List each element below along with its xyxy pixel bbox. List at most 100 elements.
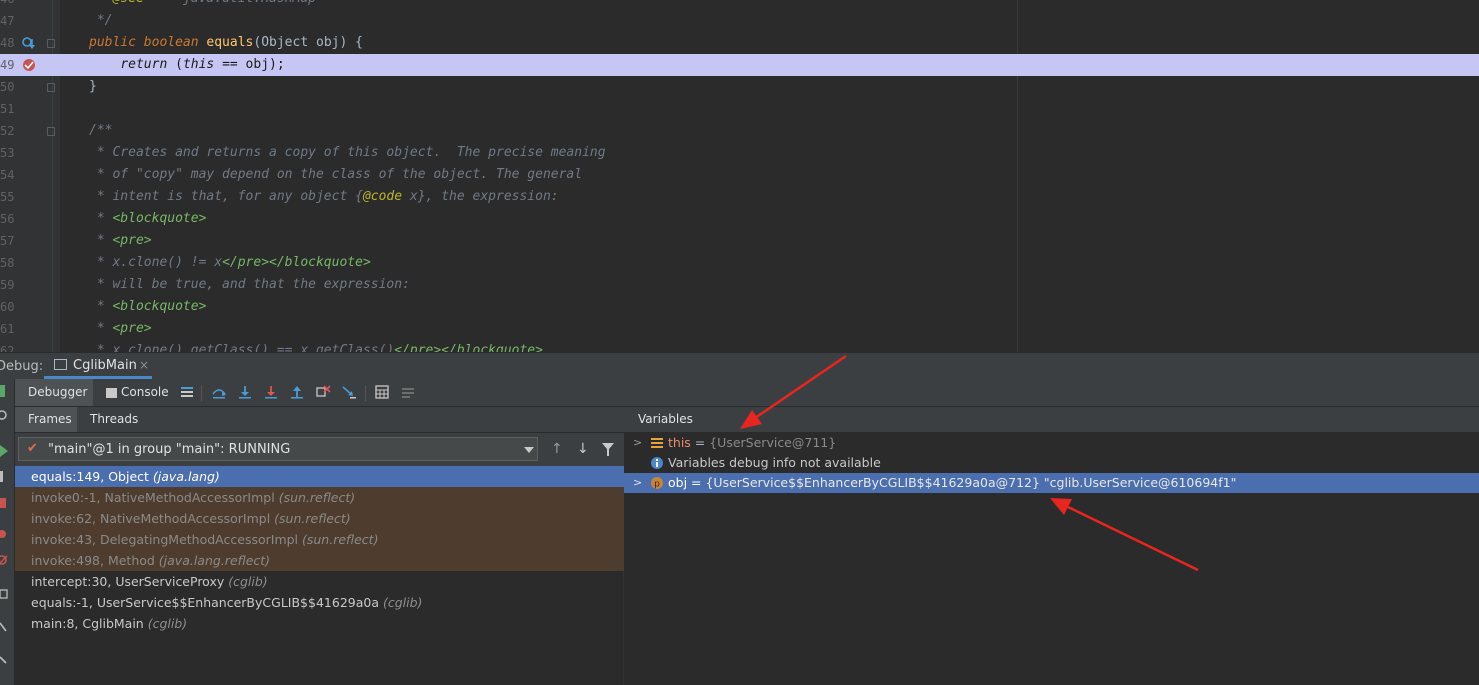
code-text: return (this == obj); (120, 57, 285, 72)
code-line[interactable]: 50} (0, 76, 1479, 98)
frames-panel: Frames Threads ✔ "main"@1 in group "main… (15, 407, 624, 685)
frames-layout-icon[interactable] (179, 384, 195, 400)
resume-icon[interactable] (0, 445, 8, 457)
info-icon (651, 457, 663, 469)
close-icon[interactable]: × (139, 358, 149, 372)
code-line[interactable]: 55 * intent is that, for any object {@co… (0, 186, 1479, 208)
code-line[interactable]: 46 * @see java.util.HashMap (0, 0, 1479, 10)
run-to-cursor-icon[interactable] (341, 384, 357, 400)
thread-selector-row: ✔ "main"@1 in group "main": RUNNING ↑ ↓ (15, 433, 624, 469)
frame-row[interactable]: invoke:62, NativeMethodAccessorImpl (sun… (15, 508, 624, 529)
trace-stream-icon[interactable] (400, 384, 416, 400)
frame-package: (java.lang) (152, 469, 220, 484)
variable-name: obj (668, 475, 688, 490)
code-line[interactable]: 52 /** (0, 120, 1479, 142)
rerun-icon[interactable] (0, 385, 5, 397)
thread-suspended-icon: ✔ (27, 441, 38, 456)
overrides-method-icon[interactable] (21, 36, 35, 50)
code-line[interactable]: 60 * <blockquote> (0, 296, 1479, 318)
frame-row[interactable]: invoke0:-1, NativeMethodAccessorImpl (su… (15, 487, 624, 508)
line-number: 59 (0, 278, 14, 292)
line-number: 60 (0, 300, 14, 314)
frame-row[interactable]: invoke:498, Method (java.lang.reflect) (15, 550, 624, 571)
variable-list: > this = {UserService@711} Variables deb… (624, 433, 1479, 493)
code-line[interactable]: 54 * of "copy" may depend on the class o… (0, 164, 1479, 186)
camera-icon[interactable] (0, 589, 8, 599)
code-line[interactable]: 51 (0, 98, 1479, 120)
variable-name: this (668, 435, 691, 450)
code-text: */ (89, 13, 113, 28)
code-line[interactable]: 58 * x.clone() != x</pre></blockquote> (0, 252, 1479, 274)
code-editor[interactable]: 46 * @see java.util.HashMap47 */48public… (0, 0, 1479, 352)
line-number: 46 (0, 0, 14, 10)
force-step-into-icon[interactable] (263, 384, 279, 400)
session-tab-cglibmain[interactable]: CglibMain × (44, 353, 152, 379)
step-out-icon[interactable] (289, 384, 305, 400)
mute-breakpoints-icon[interactable] (0, 555, 8, 565)
filter-icon[interactable] (602, 443, 614, 456)
frame-row[interactable]: invoke:43, DelegatingMethodAccessorImpl … (15, 529, 624, 550)
variable-row-obj[interactable]: > p obj = {UserService$$EnhancerByCGLIB$… (624, 473, 1479, 493)
frame-package: (sun.reflect) (302, 532, 379, 547)
fold-marker-icon[interactable] (47, 39, 55, 48)
frame-row[interactable]: equals:149, Object (java.lang) (15, 466, 624, 487)
tab-console[interactable]: Console (103, 379, 183, 406)
chevron-right-icon[interactable]: > (633, 433, 642, 453)
breakpoint-icon[interactable] (22, 58, 36, 72)
code-text: public boolean equals(Object obj) { (89, 35, 363, 50)
debugger-toolbar: Debugger Console (15, 379, 1479, 407)
step-into-icon[interactable] (237, 384, 253, 400)
line-number: 47 (0, 14, 14, 28)
code-line[interactable]: 56 * <blockquote> (0, 208, 1479, 230)
frame-method: invoke0:-1, NativeMethodAccessorImpl (31, 490, 279, 505)
code-line[interactable]: 48 public boolean equals(Object obj) { (0, 32, 1479, 54)
fold-marker-icon[interactable] (47, 127, 55, 136)
arrow-down-icon[interactable]: ↓ (577, 441, 589, 457)
frame-row[interactable]: equals:-1, UserService$$EnhancerByCGLIB$… (15, 592, 624, 613)
frame-row[interactable]: main:8, CglibMain (cglib) (15, 613, 624, 634)
variable-equals: = (687, 475, 706, 490)
variable-row-this[interactable]: > this = {UserService@711} (624, 433, 1479, 453)
code-line[interactable]: 61 * <pre> (0, 318, 1479, 340)
stop-icon[interactable] (0, 498, 6, 508)
arrow-up-icon[interactable]: ↑ (551, 441, 563, 457)
code-text: * <pre> (89, 321, 152, 336)
code-line[interactable]: 53 * Creates and returns a copy of this … (0, 142, 1479, 164)
code-text: * <pre> (89, 233, 152, 248)
variables-header: Variables (624, 407, 1479, 433)
view-breakpoints-icon[interactable] (0, 530, 6, 538)
variable-info-row: Variables debug info not available (624, 453, 1479, 473)
chevron-down-icon (524, 447, 534, 453)
frame-method: invoke:498, Method (31, 553, 159, 568)
run-config-icon (54, 359, 67, 370)
code-line[interactable]: 57 * <pre> (0, 230, 1479, 252)
debug-tool-window-header: Debug: CglibMain × (0, 352, 1479, 379)
settings-wrench-icon[interactable] (0, 622, 7, 632)
code-line[interactable]: 59 * will be true, and that the expressi… (0, 274, 1479, 296)
tab-frames[interactable]: Frames (15, 407, 77, 432)
frame-row[interactable]: intercept:30, UserServiceProxy (cglib) (15, 571, 624, 592)
chevron-right-icon[interactable]: > (633, 473, 642, 493)
variables-info-text: Variables debug info not available (668, 455, 881, 470)
frames-tabs: Frames Threads (15, 407, 624, 433)
variable-value: {UserService@711} (709, 435, 837, 450)
line-number: 55 (0, 190, 14, 204)
fold-marker-icon[interactable] (47, 83, 55, 92)
variables-panel: Variables > this = {UserService@711} Var… (624, 407, 1479, 685)
code-line[interactable]: 47 */ (0, 10, 1479, 32)
code-line[interactable]: 62 * x.clone().getClass() == x.getClass(… (0, 340, 1479, 352)
drop-frame-icon[interactable] (315, 384, 331, 400)
pin-icon[interactable] (0, 656, 7, 664)
line-number: 49 (0, 58, 14, 72)
variable-value: {UserService$$EnhancerByCGLIB$$41629a0a@… (705, 475, 1044, 490)
thread-select[interactable]: ✔ "main"@1 in group "main": RUNNING (18, 437, 538, 461)
step-over-icon[interactable] (211, 384, 227, 400)
code-line[interactable]: 49 return (this == obj); (0, 54, 1479, 76)
settings-icon[interactable] (0, 410, 7, 420)
debug-label: Debug: (0, 359, 44, 374)
tab-debugger[interactable]: Debugger (15, 379, 93, 406)
tab-threads[interactable]: Threads (90, 407, 138, 432)
frame-method: invoke:62, NativeMethodAccessorImpl (31, 511, 275, 526)
pause-icon[interactable] (0, 471, 3, 482)
evaluate-expression-icon[interactable] (374, 384, 390, 400)
